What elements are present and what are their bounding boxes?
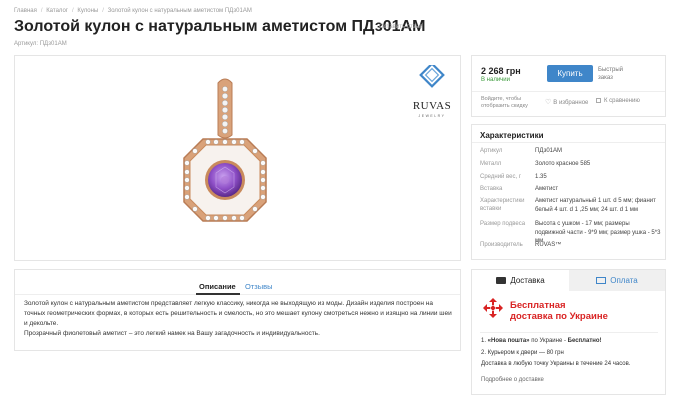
quick-order-link[interactable]: Быстрый заказ (598, 66, 638, 82)
spec-label: Характеристики вставки (480, 198, 525, 212)
spec-value: Аметист (535, 186, 559, 192)
nova-poshta-logo (483, 298, 503, 318)
spec-label: Размер подвеса (480, 221, 526, 227)
breadcrumb-catalog[interactable]: Каталог (46, 8, 68, 14)
divider (480, 332, 658, 333)
promo-line: доставка по Украине (510, 311, 608, 322)
delivery-option-courier: 2. Курьером к двери — 80 грн (481, 350, 564, 356)
breadcrumb-home[interactable]: Главная (14, 8, 37, 14)
promo-line: Бесплатная (510, 300, 566, 311)
tab-reviews[interactable]: Отзывы (245, 282, 272, 291)
tab-description[interactable]: Описание (199, 282, 236, 291)
checkbox-icon[interactable] (596, 98, 601, 103)
add-to-compare[interactable]: К сравнению (596, 98, 640, 104)
spec-value: ПДз01АМ (535, 148, 562, 154)
spec-value: Аметист натуральный 1 шт. d 5 мм; фианит… (535, 198, 656, 213)
tab-payment[interactable]: Оплата (569, 270, 665, 291)
free-delivery-promo: Бесплатная доставка по Украине (510, 300, 660, 322)
delivery-option-nova-poshta: 1. «Нова пошта» по Украине - Бесплатно! (481, 338, 602, 344)
specs-title: Характеристики (480, 131, 544, 140)
description-paragraph: Прозрачный фиолетовый аметист – это легк… (24, 330, 320, 337)
add-to-favorites[interactable]: ♡ В избранное (545, 98, 588, 106)
leave-review-link[interactable]: Оставить отзыв (379, 24, 423, 30)
logo-subtext: JEWELRY (419, 114, 446, 118)
price: 2 268 грн (481, 66, 521, 76)
breadcrumb-current: Золотой кулон с натуральным аметистом ПД… (107, 8, 252, 14)
tab-delivery-label: Доставка (510, 276, 545, 285)
spec-label: Артикул (480, 148, 503, 154)
option-scope: по Украине - (529, 338, 568, 344)
sku-label: Артикул: ПДз01АМ (14, 41, 67, 47)
breadcrumb-pendants[interactable]: Кулоны (77, 8, 98, 14)
credit-card-icon (596, 277, 607, 284)
favorites-label: В избранное (553, 100, 589, 106)
delivery-time-note: Доставка в любую точку Украины в течение… (481, 361, 631, 367)
spec-value: Золото красное 585 (535, 161, 591, 167)
spec-label: Производитель (480, 242, 523, 248)
spec-label: Металл (480, 161, 502, 167)
spec-label: Средний вес, г (480, 174, 522, 180)
description-text: Золотой кулон с натуральным аметистом пр… (24, 299, 454, 339)
buy-button[interactable]: Купить (547, 65, 593, 82)
page-title: Золотой кулон с натуральным аметистом ПД… (14, 18, 426, 35)
heart-icon: ♡ (545, 99, 552, 106)
tab-payment-label: Оплата (610, 276, 638, 285)
ruvas-logo: RUVAS JEWELRY (413, 65, 451, 118)
breadcrumb: Главная / Каталог / Кулоны / Золотой кулон … (14, 8, 252, 14)
product-image[interactable] (170, 75, 280, 245)
divider (472, 91, 665, 92)
tab-delivery[interactable]: Доставка (472, 270, 569, 291)
spec-label: Вставка (480, 186, 503, 192)
delivery-details-link[interactable]: Подробнее о доставке (481, 377, 544, 383)
divider (472, 142, 665, 143)
option-price: Бесплатно! (567, 338, 602, 344)
stock-status: В наличии (481, 77, 511, 83)
description-paragraph: Золотой кулон с натуральным аметистом пр… (24, 300, 452, 327)
logo-text: RUVAS (413, 100, 451, 112)
compare-label: К сравнению (604, 98, 640, 104)
spec-value: 1.35 (535, 174, 547, 180)
option-number: 1. (481, 338, 488, 344)
login-discount-hint[interactable]: Войдите, чтобы отобразить скидку (481, 96, 535, 110)
truck-icon (496, 277, 507, 284)
option-carrier: «Нова пошта» (487, 338, 530, 344)
active-tab-indicator (196, 293, 240, 295)
spec-value: RUVAS™ (535, 242, 562, 248)
